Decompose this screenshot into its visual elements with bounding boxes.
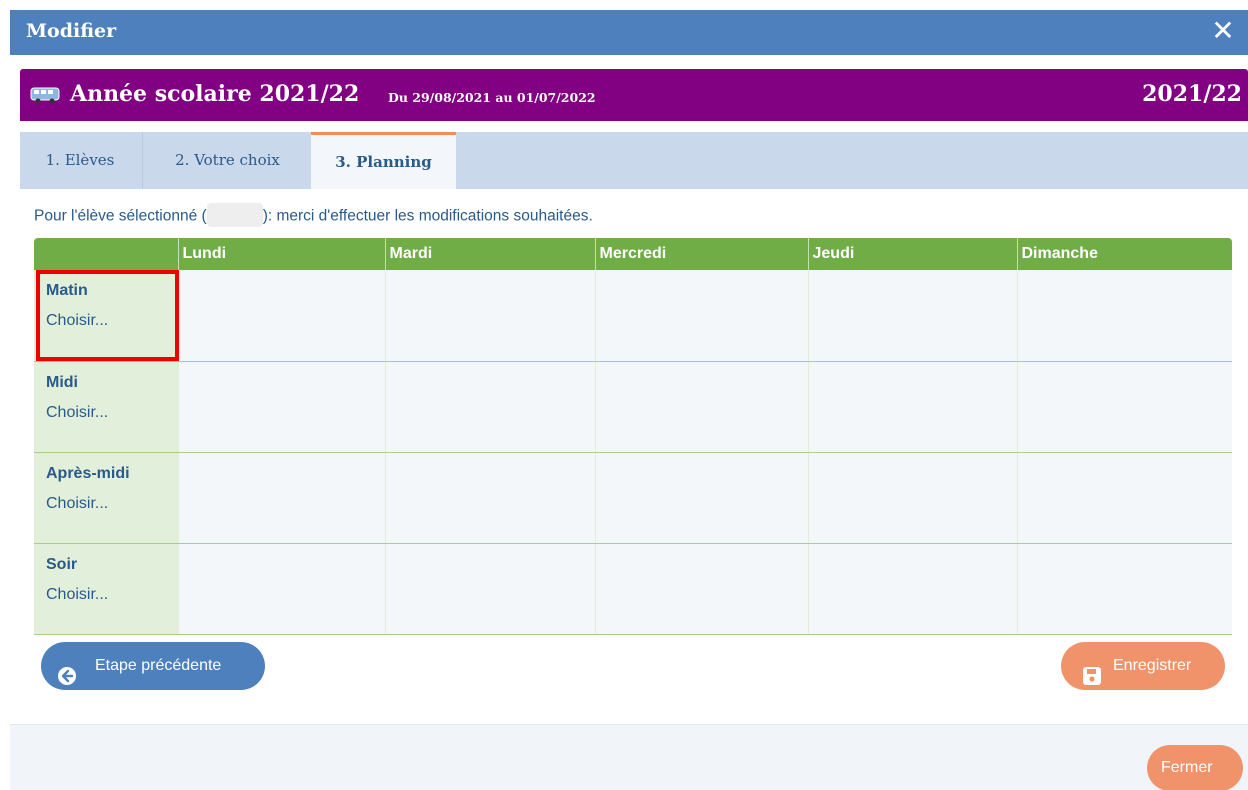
cell-midi-mercredi[interactable] [594, 361, 808, 453]
choose-link-matin[interactable]: Choisir... [46, 312, 178, 330]
cell-soir-lundi[interactable] [177, 543, 385, 635]
school-year-dates: Du 29/08/2021 au 01/07/2022 [388, 90, 596, 105]
close-icon[interactable]: ✕ [1208, 16, 1238, 46]
column-header-mercredi: Mercredi [594, 238, 808, 270]
choose-link-midi[interactable]: Choisir... [46, 404, 178, 422]
school-year-code: 2021/22 [1142, 81, 1242, 107]
dialog-footer [10, 724, 1248, 790]
row-head-matin: Matin Choisir... [34, 270, 179, 362]
save-label: Enregistrer [1113, 657, 1192, 674]
student-name-redacted [206, 203, 263, 227]
cell-apres-midi-mercredi[interactable] [594, 452, 808, 544]
tab-votre-choix[interactable]: 2. Votre choix [142, 132, 312, 189]
cell-midi-jeudi[interactable] [807, 361, 1017, 453]
bus-icon [30, 86, 60, 109]
choose-link-apres-midi[interactable]: Choisir... [46, 495, 178, 513]
cell-midi-dimanche[interactable] [1016, 361, 1232, 453]
row-head-soir: Soir Choisir... [34, 543, 178, 635]
dialog-titlebar: Modifier ✕ [10, 10, 1248, 55]
row-head-apres-midi: Après-midi Choisir... [34, 452, 178, 544]
row-head-midi: Midi Choisir... [34, 361, 178, 453]
tab-eleves[interactable]: 1. Elèves [20, 132, 140, 189]
column-header-jeudi: Jeudi [807, 238, 1017, 270]
cell-apres-midi-lundi[interactable] [177, 452, 385, 544]
school-year-banner: Année scolaire 2021/22 Du 29/08/2021 au … [20, 69, 1248, 121]
previous-step-button[interactable]: Etape précédente [41, 642, 265, 690]
cell-matin-dimanche[interactable] [1016, 270, 1232, 362]
cell-matin-mardi[interactable] [384, 270, 595, 362]
planning-header-row: Lundi Mardi Mercredi Jeudi Dimanche [34, 238, 1232, 270]
floppy-disk-icon [1083, 657, 1101, 705]
cell-matin-jeudi[interactable] [807, 270, 1017, 362]
column-header-lundi: Lundi [177, 238, 385, 270]
table-row: Matin Choisir... [34, 270, 1232, 362]
table-row: Midi Choisir... [34, 361, 1232, 453]
cell-matin-lundi[interactable] [177, 270, 385, 362]
cell-matin-mercredi[interactable] [594, 270, 808, 362]
column-header-dimanche: Dimanche [1016, 238, 1232, 270]
cell-apres-midi-mardi[interactable] [384, 452, 595, 544]
table-row: Soir Choisir... [34, 543, 1232, 635]
previous-step-label: Etape précédente [95, 657, 222, 674]
cell-apres-midi-jeudi[interactable] [807, 452, 1017, 544]
arrow-left-circle-icon [58, 657, 76, 705]
save-button[interactable]: Enregistrer [1061, 642, 1225, 690]
slot-label: Après-midi [46, 464, 130, 482]
column-header-mardi: Mardi [384, 238, 595, 270]
cell-soir-dimanche[interactable] [1016, 543, 1232, 635]
slot-label: Midi [46, 373, 78, 391]
school-year-title: Année scolaire 2021/22 [70, 81, 360, 107]
table-row: Après-midi Choisir... [34, 452, 1232, 544]
wizard-tabs: 1. Elèves 2. Votre choix 3. Planning [20, 132, 1248, 189]
cell-midi-lundi[interactable] [177, 361, 385, 453]
cell-soir-mardi[interactable] [384, 543, 595, 635]
tab-planning[interactable]: 3. Planning [311, 132, 456, 189]
slot-label: Soir [46, 555, 78, 573]
close-button[interactable]: Fermer [1147, 745, 1243, 790]
choose-link-soir[interactable]: Choisir... [46, 586, 178, 604]
dialog-title: Modifier [26, 20, 117, 42]
cell-soir-jeudi[interactable] [807, 543, 1017, 635]
instruction-prefix: Pour l'élève sélectionné ( [34, 207, 207, 225]
cell-apres-midi-dimanche[interactable] [1016, 452, 1232, 544]
instruction-text: Pour l'élève sélectionné ( ): merci d'eff… [34, 203, 593, 227]
slot-label: Matin [46, 282, 88, 299]
cell-soir-mercredi[interactable] [594, 543, 808, 635]
column-header-slot [34, 238, 178, 270]
instruction-suffix: ): merci d'effectuer les modifications s… [262, 207, 593, 225]
cell-midi-mardi[interactable] [384, 361, 595, 453]
planning-table: Lundi Mardi Mercredi Jeudi Dimanche Mati… [34, 238, 1232, 635]
